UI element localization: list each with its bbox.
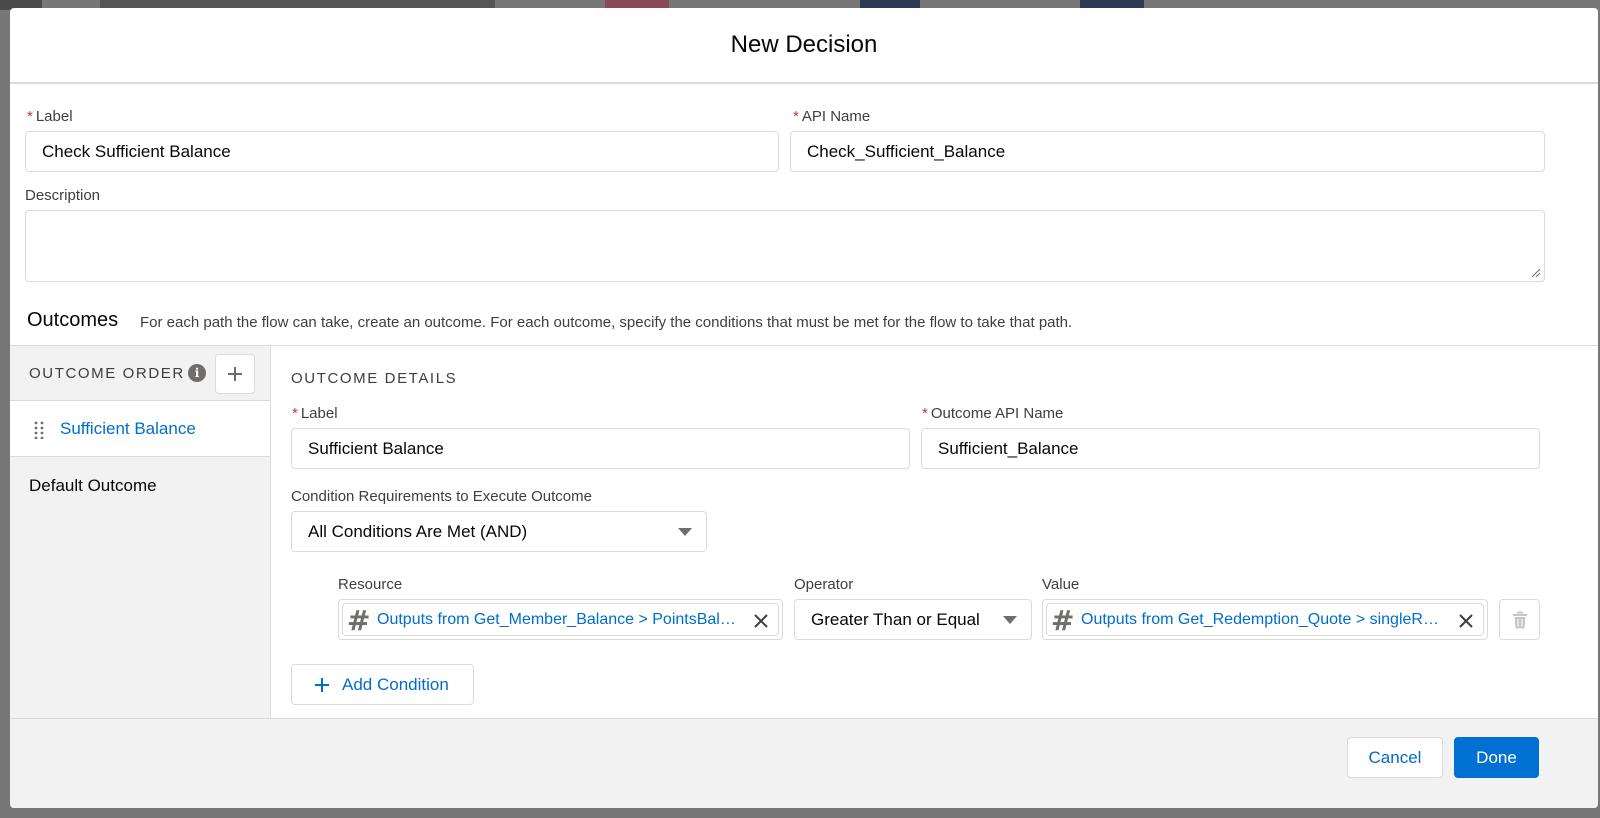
chevron-down-icon xyxy=(678,528,692,536)
outcome-editor: OUTCOME ORDER i Sufficient Balance Defau… xyxy=(10,345,1598,719)
description-label: Description xyxy=(25,187,101,204)
operator-value: Greater Than or Equal xyxy=(811,609,980,629)
done-button[interactable]: Done xyxy=(1454,737,1539,778)
value-label: Value xyxy=(1042,576,1080,593)
add-icon xyxy=(315,677,329,692)
condition-requirements-value: All Conditions Are Met (AND) xyxy=(308,521,528,541)
modal-header: New Decision xyxy=(10,8,1598,84)
required-marker: * xyxy=(27,108,33,125)
value-pill[interactable]: # Outputs from Get_Redemption_Quote > si… xyxy=(1046,603,1484,636)
required-marker: * xyxy=(922,405,928,422)
add-condition-label: Add Condition xyxy=(342,674,449,694)
outcome-order-pane: OUTCOME ORDER i Sufficient Balance Defau… xyxy=(10,346,270,718)
modal-title: New Decision xyxy=(730,31,878,58)
outcome-api-name-field-label: * Outcome API Name xyxy=(922,405,1063,422)
outcome-label-field-text: Label xyxy=(300,405,338,422)
api-name-input[interactable]: Check_Sufficient_Balance xyxy=(790,131,1545,172)
outcome-item-sufficient-balance[interactable]: Sufficient Balance xyxy=(10,400,270,457)
label-field-label: * Label xyxy=(27,108,73,125)
add-outcome-button[interactable] xyxy=(215,354,255,394)
description-textarea[interactable] xyxy=(25,210,1545,282)
outcome-details-title: OUTCOME DETAILS xyxy=(291,370,458,387)
resource-combobox[interactable]: # Outputs from Get_Member_Balance > Poin… xyxy=(338,599,783,640)
resize-grip-icon[interactable] xyxy=(1531,268,1541,278)
outcome-item-default-outcome[interactable]: Default Outcome xyxy=(10,457,270,514)
add-icon xyxy=(228,367,242,381)
outcomes-help-text: For each path the flow can take, create … xyxy=(140,314,1073,331)
chevron-down-icon xyxy=(1003,616,1017,624)
condition-requirements-select[interactable]: All Conditions Are Met (AND) xyxy=(291,511,707,552)
operator-select[interactable]: Greater Than or Equal xyxy=(794,599,1032,640)
close-icon[interactable] xyxy=(1455,610,1477,632)
outcome-details-pane: OUTCOME DETAILS * Label Sufficient Balanc… xyxy=(270,346,1598,718)
number-icon: # xyxy=(1051,604,1075,637)
resource-pill-label: Outputs from Get_Member_Balance > Points… xyxy=(377,610,742,628)
trash-icon xyxy=(1512,611,1527,628)
required-marker: * xyxy=(793,108,799,125)
outcome-api-name-field-text: Outcome API Name xyxy=(930,405,1064,422)
add-condition-button[interactable]: Add Condition xyxy=(291,664,474,705)
outcomes-heading: Outcomes xyxy=(27,309,119,331)
api-name-field-label: * API Name xyxy=(793,108,870,125)
label-input[interactable]: Check Sufficient Balance xyxy=(25,131,779,172)
outcome-order-title: OUTCOME ORDER xyxy=(29,365,185,382)
drag-handle-icon[interactable] xyxy=(34,421,44,439)
close-icon[interactable] xyxy=(750,610,772,632)
outcome-order-header: OUTCOME ORDER i xyxy=(10,346,270,400)
outcome-label-field-label: * Label xyxy=(292,405,338,422)
resource-label: Resource xyxy=(338,576,403,593)
cancel-button[interactable]: Cancel xyxy=(1347,737,1443,778)
info-icon[interactable]: i xyxy=(188,364,206,382)
resource-pill[interactable]: # Outputs from Get_Member_Balance > Poin… xyxy=(342,603,779,636)
modal-footer: Cancel Done xyxy=(10,719,1598,808)
delete-condition-button[interactable] xyxy=(1499,599,1540,640)
value-combobox[interactable]: # Outputs from Get_Redemption_Quote > si… xyxy=(1042,599,1488,640)
operator-label: Operator xyxy=(794,576,854,593)
outcome-api-name-input[interactable]: Sufficient_Balance xyxy=(921,428,1540,469)
api-name-field-text: API Name xyxy=(801,108,871,125)
label-field-text: Label xyxy=(35,108,73,125)
outcome-item-label: Sufficient Balance xyxy=(60,418,196,438)
condition-requirements-label: Condition Requirements to Execute Outcom… xyxy=(291,488,592,505)
required-marker: * xyxy=(292,405,298,422)
value-pill-label: Outputs from Get_Redemption_Quote > sing… xyxy=(1081,610,1447,628)
number-icon: # xyxy=(347,604,371,637)
new-decision-modal: New Decision * Label Check Sufficient Bal… xyxy=(10,8,1598,808)
outcome-label-input[interactable]: Sufficient Balance xyxy=(291,428,910,469)
outcome-item-label: Default Outcome xyxy=(29,475,157,495)
